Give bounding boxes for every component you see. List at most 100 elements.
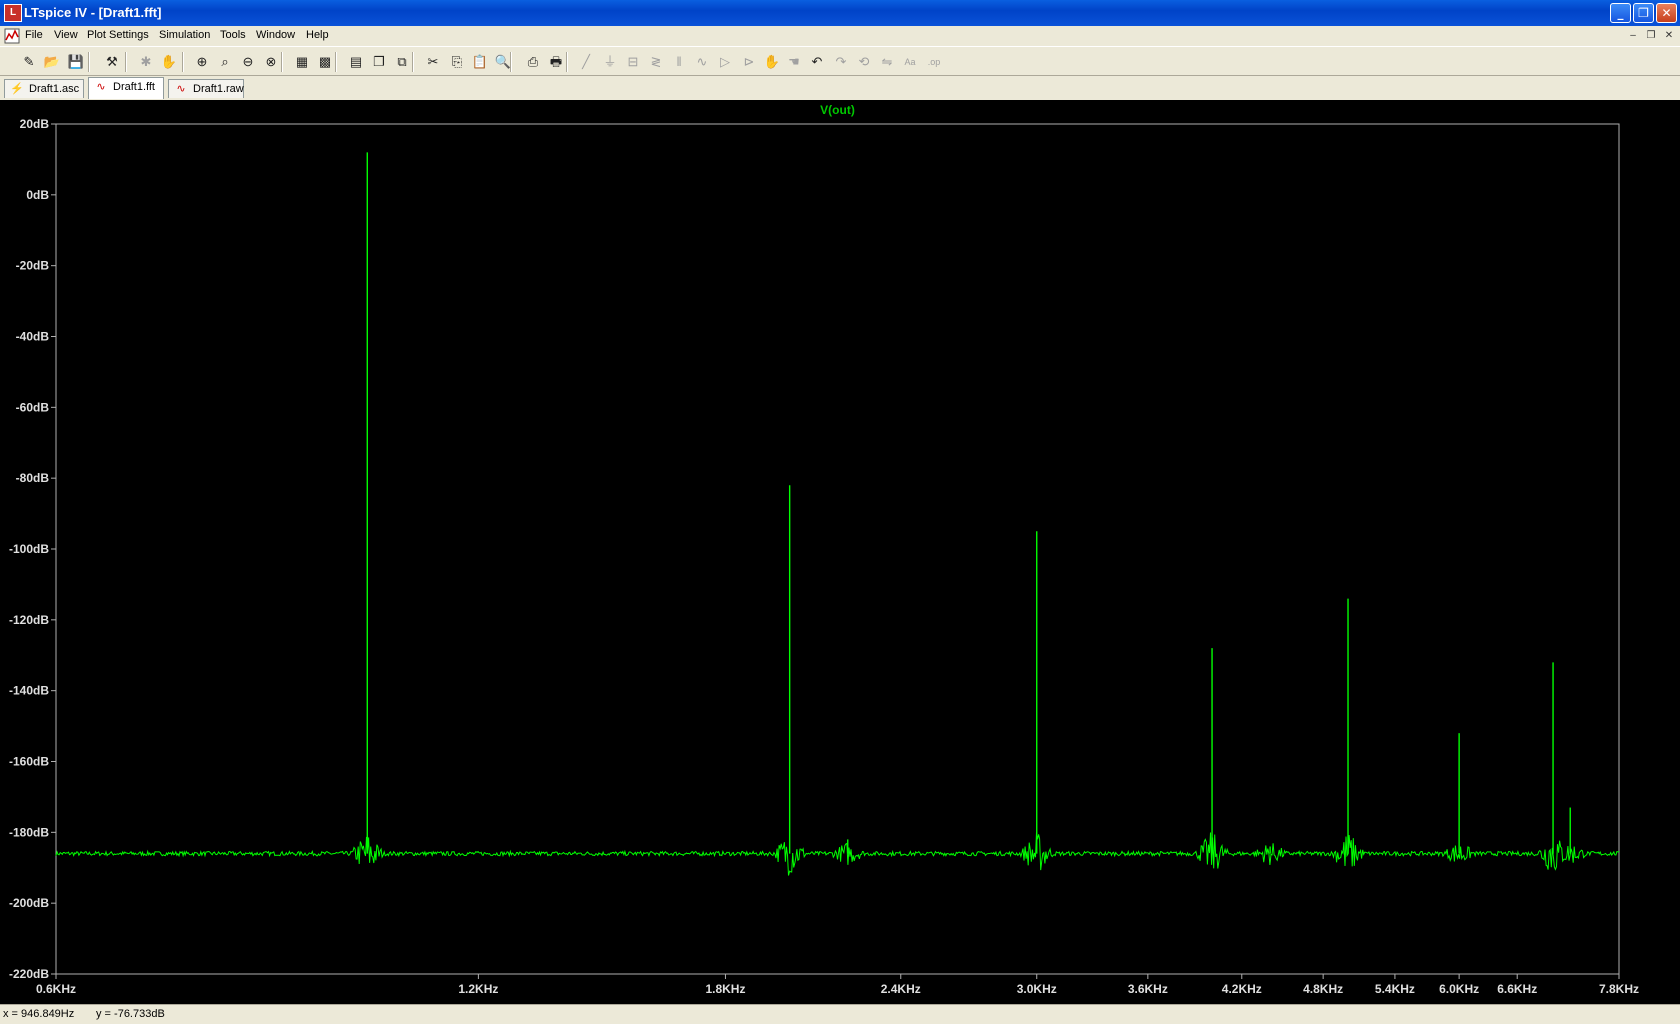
status-bar: x = 946.849Hz y = -76.733dB: [0, 1004, 1680, 1024]
copy-icon[interactable]: ⎘: [448, 53, 466, 71]
run-icon[interactable]: ✱: [137, 53, 155, 71]
new-schematic-icon[interactable]: ✎: [20, 53, 38, 71]
tile-horizontal-icon[interactable]: ▤: [347, 53, 365, 71]
toolbar-separator: [566, 52, 568, 72]
x-tick-label: 1.2KHz: [458, 982, 498, 996]
y-tick-label: -200dB: [9, 896, 49, 910]
pan-icon[interactable]: ⌕: [216, 53, 234, 71]
control-panel-icon[interactable]: ⚒: [103, 53, 121, 71]
label-net-icon[interactable]: ⊟: [624, 53, 642, 71]
y-tick-label: -100dB: [9, 542, 49, 556]
grid-icon[interactable]: ▩: [316, 53, 334, 71]
y-tick-label: -180dB: [9, 825, 49, 839]
document-icon[interactable]: [4, 28, 20, 44]
noise-floor-trace: [55, 832, 1620, 876]
x-tick-label: 6.0KHz: [1439, 982, 1479, 996]
y-tick-label: 0dB: [26, 188, 49, 202]
toolbar-separator: [182, 52, 184, 72]
save-icon[interactable]: 💾: [67, 53, 85, 71]
x-tick-label: 0.6KHz: [36, 982, 76, 996]
menu-plot-settings[interactable]: Plot Settings: [87, 29, 149, 41]
x-tick-label: 7.8KHz: [1599, 982, 1639, 996]
minimize-button[interactable]: _: [1610, 3, 1631, 23]
restore-button[interactable]: ❐: [1633, 3, 1654, 23]
document-tabs: ⚡ Draft1.asc ∿ Draft1.fft ∿ Draft1.raw: [0, 76, 1680, 100]
mdi-close-button[interactable]: ✕: [1662, 29, 1676, 42]
diode-icon[interactable]: ▷: [716, 53, 734, 71]
toolbar: ✎ 📂 💾 ⚒ ✱ ✋ ⊕ ⌕ ⊖ ⊗ ▦ ▩ ▤ ❐ ⧉ ✂ ⎘ 📋 🔍 ⎙ 🖶 ╱ ⏚ ⊟ ≷ ‖ ∿ ▷ ⊳ ✋ ☚ ↶ ↷ ⟲ ⇋ Aa .op: [0, 46, 1680, 76]
mdi-restore-button[interactable]: ❐: [1644, 29, 1658, 42]
text-icon[interactable]: Aa: [901, 53, 919, 71]
y-tick-label: -220dB: [9, 967, 49, 981]
zoom-out-icon[interactable]: ⊖: [239, 53, 257, 71]
y-tick-label: -140dB: [9, 684, 49, 698]
spice-directive-icon[interactable]: .op: [925, 53, 943, 71]
print-preview-icon[interactable]: ⎙: [524, 53, 542, 71]
title-bar: L LTspice IV - [Draft1.fft] _ ❐ ✕: [0, 0, 1680, 26]
y-tick-label: -80dB: [16, 471, 50, 485]
schematic-tab-icon: ⚡: [10, 83, 24, 95]
x-tick-label: 2.4KHz: [881, 982, 921, 996]
tab-label: Draft1.asc: [29, 83, 80, 95]
halt-icon[interactable]: ✋: [160, 53, 178, 71]
mirror-icon[interactable]: ⇋: [878, 53, 896, 71]
x-tick-label: 3.6KHz: [1128, 982, 1168, 996]
fft-chart[interactable]: V(out) 20dB 0dB -20dB -40dB -60dB -80dB -100dB -…: [0, 100, 1680, 1004]
resistor-icon[interactable]: ≷: [647, 53, 665, 71]
wire-icon[interactable]: ╱: [577, 53, 595, 71]
toolbar-separator: [281, 52, 283, 72]
toolbar-separator: [335, 52, 337, 72]
y-tick-label: -40dB: [16, 330, 50, 344]
redo-icon[interactable]: ↷: [832, 53, 850, 71]
cursor-y-readout: y = -76.733dB: [96, 1008, 165, 1020]
drag-icon[interactable]: ☚: [785, 53, 803, 71]
close-button[interactable]: ✕: [1656, 3, 1677, 23]
x-tick-label: 6.6KHz: [1497, 982, 1537, 996]
waveform-tab-icon: ∿: [176, 83, 186, 95]
ltspice-app-icon[interactable]: L: [4, 4, 22, 22]
menu-simulation[interactable]: Simulation: [159, 29, 210, 41]
menu-view[interactable]: View: [54, 29, 78, 41]
tab-draft1-fft[interactable]: ∿ Draft1.fft: [88, 77, 164, 99]
waveform-tab-icon: ∿: [96, 81, 106, 93]
menu-file[interactable]: File: [25, 29, 43, 41]
component-icon[interactable]: ⊳: [740, 53, 758, 71]
plot-frame: [55, 123, 1620, 975]
rotate-icon[interactable]: ⟲: [855, 53, 873, 71]
menu-bar: File View Plot Settings Simulation Tools…: [0, 26, 1680, 46]
y-tick-label: 20dB: [20, 117, 50, 131]
x-tick-label: 4.8KHz: [1303, 982, 1343, 996]
paste-icon[interactable]: 📋: [471, 53, 489, 71]
menu-window[interactable]: Window: [256, 29, 295, 41]
undo-icon[interactable]: ↶: [808, 53, 826, 71]
mdi-minimize-button[interactable]: –: [1626, 29, 1640, 42]
window-title: LTspice IV - [Draft1.fft]: [24, 5, 162, 20]
find-icon[interactable]: 🔍: [494, 53, 512, 71]
menu-tools[interactable]: Tools: [220, 29, 246, 41]
y-tick-label: -60dB: [16, 400, 50, 414]
zoom-fit-icon[interactable]: ⊗: [262, 53, 280, 71]
x-tick-label: 3.0KHz: [1017, 982, 1057, 996]
menu-help[interactable]: Help: [306, 29, 329, 41]
tab-label: Draft1.raw: [193, 83, 244, 95]
waveform-plot-pane[interactable]: V(out) 20dB 0dB -20dB -40dB -60dB -80dB -100dB -…: [0, 100, 1680, 1004]
print-icon[interactable]: 🖶: [547, 53, 565, 71]
autorange-icon[interactable]: ▦: [293, 53, 311, 71]
ground-icon[interactable]: ⏚: [601, 53, 619, 71]
move-icon[interactable]: ✋: [763, 53, 781, 71]
close-all-icon[interactable]: ⧉: [393, 53, 411, 71]
cut-icon[interactable]: ✂: [424, 53, 442, 71]
tab-draft1-asc[interactable]: ⚡ Draft1.asc: [4, 79, 84, 98]
inductor-icon[interactable]: ∿: [693, 53, 711, 71]
y-tick-label: -160dB: [9, 755, 49, 769]
toolbar-separator: [412, 52, 414, 72]
cursor-x-readout: x = 946.849Hz: [3, 1008, 75, 1020]
x-tick-label: 5.4KHz: [1375, 982, 1415, 996]
tab-draft1-raw[interactable]: ∿ Draft1.raw: [168, 79, 244, 98]
zoom-in-icon[interactable]: ⊕: [193, 53, 211, 71]
capacitor-icon[interactable]: ‖: [670, 53, 688, 71]
open-icon[interactable]: 📂: [43, 53, 61, 71]
toolbar-separator: [88, 52, 90, 72]
trace-title: V(out): [820, 103, 855, 117]
cascade-icon[interactable]: ❐: [370, 53, 388, 71]
